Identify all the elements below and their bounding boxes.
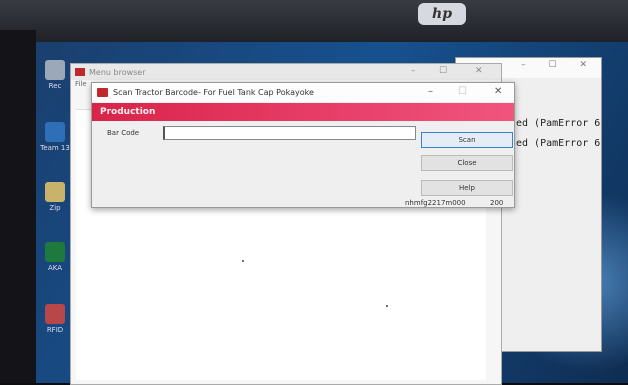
barcode-input[interactable] bbox=[163, 126, 416, 140]
minimize-icon[interactable]: – bbox=[428, 86, 433, 97]
console-window-controls[interactable]: – ☐ ✕ bbox=[521, 60, 597, 70]
close-icon[interactable]: ✕ bbox=[475, 66, 483, 76]
zip-icon bbox=[45, 182, 65, 202]
app-icon bbox=[75, 68, 85, 76]
maximize-icon[interactable]: ☐ bbox=[439, 66, 447, 76]
desktop-icon-recycle[interactable]: Rec bbox=[38, 60, 72, 90]
maximize-icon[interactable]: ☐ bbox=[458, 86, 467, 97]
barcode-label: Bar Code bbox=[107, 129, 140, 137]
console-line: ed (PamError 6 bbox=[516, 138, 601, 149]
rfid-icon bbox=[45, 304, 65, 324]
monitor-bezel-left bbox=[0, 30, 36, 383]
desktop-icon-teamviewer[interactable]: Team 13 bbox=[38, 122, 72, 152]
scan-button[interactable]: Scan bbox=[421, 132, 513, 148]
recycle-bin-icon bbox=[45, 60, 65, 80]
dialog-title: Scan Tractor Barcode- For Fuel Tank Cap … bbox=[113, 88, 314, 97]
minimize-icon[interactable]: – bbox=[411, 66, 416, 76]
production-banner: Production bbox=[92, 103, 514, 121]
teamviewer-icon bbox=[45, 122, 65, 142]
monitor-bezel-top: hp bbox=[0, 0, 628, 44]
console-line: ed (PamError 6 bbox=[516, 118, 601, 129]
scan-barcode-dialog: Scan Tractor Barcode- For Fuel Tank Cap … bbox=[91, 82, 515, 208]
desktop-icon-rfid[interactable]: RFID bbox=[38, 304, 72, 334]
close-button[interactable]: Close bbox=[421, 155, 513, 171]
menu-browser-titlebar: Menu browser bbox=[71, 64, 501, 80]
help-button[interactable]: Help bbox=[421, 180, 513, 196]
app-icon bbox=[97, 88, 108, 97]
close-icon[interactable]: ✕ bbox=[494, 86, 502, 97]
hp-logo: hp bbox=[418, 3, 466, 25]
dialog-titlebar: Scan Tractor Barcode- For Fuel Tank Cap … bbox=[92, 83, 514, 102]
excel-icon bbox=[45, 242, 65, 262]
desktop-icon-zip[interactable]: Zip bbox=[38, 182, 72, 212]
status-code: 200 bbox=[490, 199, 504, 207]
status-user: nhmfg2217m000 bbox=[405, 199, 466, 207]
menu-browser-title: Menu browser bbox=[89, 67, 146, 77]
desktop-icon-aka[interactable]: AKA bbox=[38, 242, 72, 272]
